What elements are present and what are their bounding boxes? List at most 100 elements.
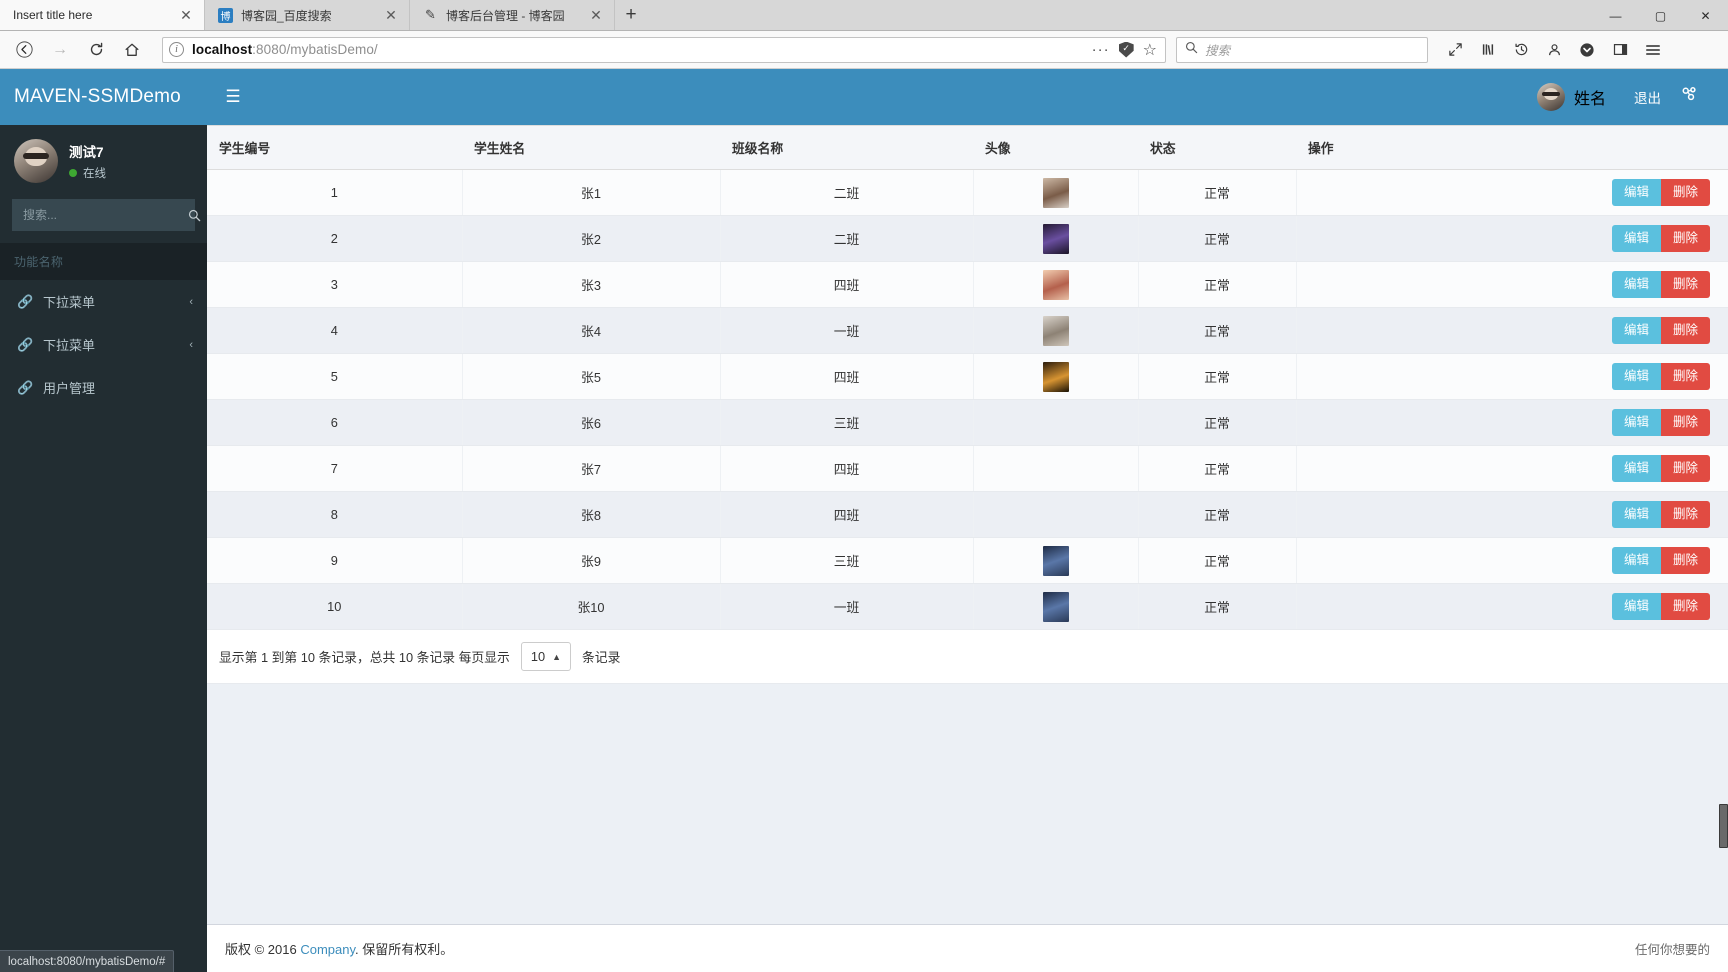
page-actions-icon[interactable]: ··· [1092,41,1110,58]
delete-button[interactable]: 删除 [1660,363,1710,390]
edit-button[interactable]: 编辑 [1611,409,1661,436]
minimize-button[interactable]: — [1593,0,1638,31]
reload-icon[interactable] [80,35,112,65]
close-icon[interactable]: ✕ [178,8,194,22]
cell-avatar [973,537,1139,584]
account-icon[interactable] [1539,35,1569,65]
cell-avatar [973,169,1139,216]
edit-button[interactable]: 编辑 [1611,593,1661,620]
edit-button[interactable]: 编辑 [1611,363,1661,390]
sidebar-item-user-management[interactable]: 🔗 用户管理 [0,366,207,409]
cell-actions: 编辑 删除 [1296,307,1728,354]
sidebar-icon[interactable] [1605,35,1635,65]
app-footer: 版权 © 2016 Company. 保留所有权利。 任何你想要的 [207,924,1728,972]
history-icon[interactable] [1506,35,1536,65]
pagination-bar: 显示第 1 到第 10 条记录，总共 10 条记录 每页显示 10 ▲ 条记录 [207,630,1728,684]
link-icon: 🔗 [17,379,34,395]
cell-avatar [973,445,1139,492]
sidebar-item-label: 下拉菜单 [43,295,96,310]
student-avatar-thumbnail[interactable] [1042,591,1069,622]
column-header-status[interactable]: 状态 [1138,125,1296,170]
caret-up-icon: ▲ [552,651,561,662]
browser-tab-1[interactable]: Insert title here ✕ [0,0,205,30]
cell-student-name: 张6 [462,399,721,446]
page-scrollbar-thumb[interactable] [1719,804,1728,848]
bookmark-star-icon[interactable]: ☆ [1143,40,1157,60]
sidebar-item-dropdown-2[interactable]: 🔗 下拉菜单 ‹ [0,323,207,366]
library-icon[interactable] [1473,35,1503,65]
column-header-avatar[interactable]: 头像 [973,125,1138,170]
student-avatar-thumbnail[interactable] [1042,361,1069,392]
site-info-icon[interactable]: i [169,42,184,57]
edit-button[interactable]: 编辑 [1611,225,1661,252]
maximize-button[interactable]: ▢ [1638,0,1683,31]
back-icon[interactable] [8,35,40,65]
page-empty-space [207,684,1728,924]
student-avatar-thumbnail[interactable] [1042,315,1069,346]
edit-button[interactable]: 编辑 [1611,547,1661,574]
delete-button[interactable]: 删除 [1660,547,1710,574]
column-header-class[interactable]: 班级名称 [720,125,973,170]
delete-button[interactable]: 删除 [1660,317,1710,344]
cell-avatar [973,399,1139,446]
edit-button[interactable]: 编辑 [1611,501,1661,528]
sidebar-search[interactable] [12,199,201,231]
menu-icon[interactable] [1638,35,1668,65]
student-avatar-thumbnail[interactable] [1042,223,1069,254]
expand-icon[interactable] [1440,35,1470,65]
delete-button[interactable]: 删除 [1660,271,1710,298]
logout-button[interactable]: 退出 [1620,87,1675,107]
shield-icon[interactable] [1118,41,1134,58]
student-avatar-thumbnail[interactable] [1042,269,1069,300]
cell-student-id: 1 [207,169,463,216]
page-size-value: 10 [530,649,546,664]
settings-icon[interactable] [1675,86,1712,108]
close-icon[interactable]: ✕ [383,8,399,22]
column-header-actions[interactable]: 操作 [1296,125,1728,170]
page-size-select[interactable]: 10 ▲ [520,642,571,671]
pagination-info: 显示第 1 到第 10 条记录，总共 10 条记录 每页显示 [219,650,510,665]
edit-button[interactable]: 编辑 [1611,455,1661,482]
home-icon[interactable] [116,35,148,65]
column-header-name[interactable]: 学生姓名 [462,125,720,170]
sidebar-user-panel: 测试7 在线 [0,125,207,197]
close-icon[interactable]: ✕ [588,8,604,22]
delete-button[interactable]: 删除 [1660,179,1710,206]
pocket-icon[interactable] [1572,35,1602,65]
close-window-button[interactable]: ✕ [1683,0,1728,31]
delete-button[interactable]: 删除 [1660,455,1710,482]
delete-button[interactable]: 删除 [1660,501,1710,528]
search-icon[interactable] [188,200,201,230]
window-controls: — ▢ ✕ [1593,0,1728,31]
edit-button[interactable]: 编辑 [1611,271,1661,298]
forward-icon[interactable]: → [44,35,76,65]
navbar-user[interactable]: 姓名 [1523,83,1620,111]
browser-tab-3[interactable]: ✎ 博客后台管理 - 博客园 ✕ [410,0,615,30]
browser-tab-2[interactable]: 博 博客园_百度搜索 ✕ [205,0,410,30]
browser-search-bar[interactable]: 搜索 [1176,36,1428,63]
delete-button[interactable]: 删除 [1660,409,1710,436]
cell-student-name: 张4 [462,307,721,354]
cell-student-id: 2 [207,215,463,262]
column-header-id[interactable]: 学生编号 [207,125,462,170]
browser-tab-title: Insert title here [13,8,93,22]
students-table: 学生编号 学生姓名 班级名称 头像 状态 操作 1 张1 二班 正常 编辑 删除 2 张2 二班… [207,125,1728,630]
student-avatar-thumbnail[interactable] [1042,177,1069,208]
student-avatar-thumbnail[interactable] [1042,545,1069,576]
edit-button[interactable]: 编辑 [1611,179,1661,206]
sidebar-user-status: 在线 [69,165,106,181]
address-bar[interactable]: i localhost:8080/mybatisDemo/ ··· ☆ [162,36,1166,63]
sidebar-item-dropdown-1[interactable]: 🔗 下拉菜单 ‹ [0,280,207,323]
delete-button[interactable]: 删除 [1660,593,1710,620]
new-tab-button[interactable]: + [615,0,647,30]
sidebar-toggle-button[interactable]: ☰ [207,69,259,125]
footer-company-link[interactable]: Company [300,942,355,957]
cell-student-name: 张7 [462,445,721,492]
search-input[interactable] [13,208,188,222]
top-navbar: ☰ 姓名 退出 [207,69,1728,125]
cell-student-name: 张8 [462,491,721,538]
brand-logo[interactable]: MAVEN-SSMDemo [0,69,207,125]
delete-button[interactable]: 删除 [1660,225,1710,252]
edit-button[interactable]: 编辑 [1611,317,1661,344]
cell-status: 正常 [1138,353,1297,400]
